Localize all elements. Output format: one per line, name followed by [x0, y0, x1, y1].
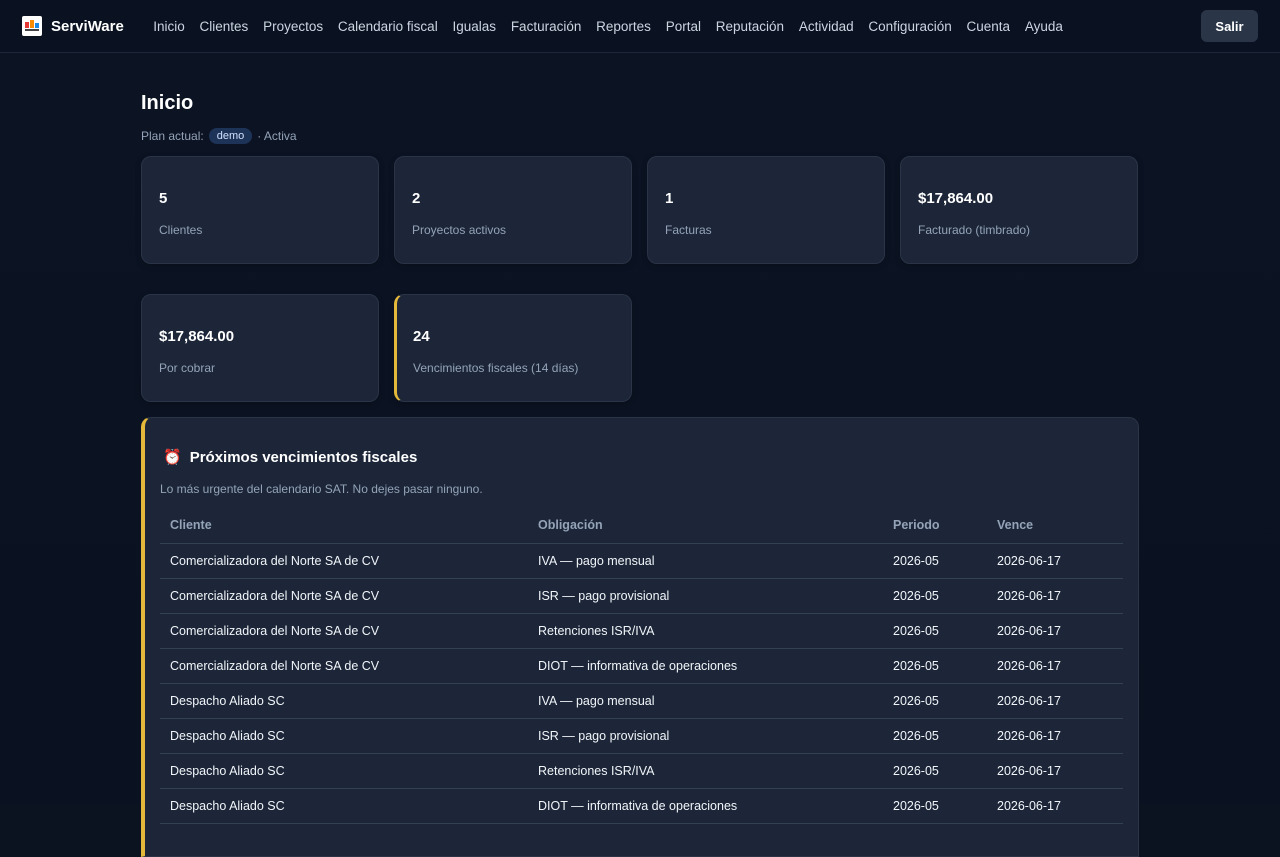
- table-row: Comercializadora del Norte SA de CV Rete…: [160, 613, 1123, 649]
- table-row: Despacho Aliado SC Retenciones ISR/IVA 2…: [160, 753, 1123, 789]
- cell-vence: 2026-06-17: [987, 543, 1123, 579]
- panel-title: Próximos vencimientos fiscales: [189, 448, 418, 466]
- nav-item-portal[interactable]: Portal: [658, 19, 708, 34]
- table-row: Despacho Aliado SC IVA — pago mensual 20…: [160, 683, 1123, 719]
- plan-label: Plan actual:: [141, 129, 204, 143]
- cell-vence: 2026-06-17: [987, 683, 1123, 719]
- nav-item-ayuda[interactable]: Ayuda: [1017, 19, 1070, 34]
- cell-obligacion: ISR — pago provisional: [528, 718, 883, 754]
- cell-periodo: 2026-05: [883, 788, 987, 824]
- stat-value: 5: [159, 190, 168, 207]
- nav-item-proyectos[interactable]: Proyectos: [256, 19, 331, 34]
- cell-cliente: Despacho Aliado SC: [160, 683, 528, 719]
- stat-card-facturas[interactable]: 1 Facturas: [647, 156, 885, 264]
- cell-periodo: 2026-05: [883, 683, 987, 719]
- table-row: Despacho Aliado SC DIOT — informativa de…: [160, 788, 1123, 824]
- table-header-row: Cliente Obligación Periodo Vence: [160, 508, 1123, 544]
- stat-value: 24: [413, 328, 430, 345]
- stat-card-clientes[interactable]: 5 Clientes: [141, 156, 379, 264]
- stats-row: 5 Clientes 2 Proyectos activos 1 Factura…: [141, 156, 1139, 264]
- cell-periodo: 2026-05: [883, 753, 987, 789]
- cell-vence: 2026-06-17: [987, 648, 1123, 684]
- cell-periodo: 2026-05: [883, 718, 987, 754]
- cell-cliente: Comercializadora del Norte SA de CV: [160, 613, 528, 649]
- stat-value: $17,864.00: [918, 190, 994, 207]
- alarm-clock-icon: ⏰: [163, 449, 182, 466]
- cell-obligacion: Retenciones ISR/IVA: [528, 753, 883, 789]
- stat-card-vencimientos[interactable]: 24 Vencimientos fiscales (14 días): [394, 294, 632, 402]
- stat-label: Facturado (timbrado): [918, 223, 1031, 237]
- column-header-cliente: Cliente: [160, 508, 528, 544]
- nav-item-inicio[interactable]: Inicio: [146, 19, 192, 34]
- stat-card-por-cobrar[interactable]: $17,864.00 Por cobrar: [141, 294, 379, 402]
- stat-value: 1: [665, 190, 674, 207]
- stat-label: Por cobrar: [159, 361, 216, 375]
- brand-name: ServiWare: [51, 17, 124, 35]
- panel-header: ⏰ Próximos vencimientos fiscales: [163, 448, 418, 467]
- cell-periodo: 2026-05: [883, 543, 987, 579]
- cell-vence: 2026-06-17: [987, 613, 1123, 649]
- nav-item-facturacion[interactable]: Facturación: [503, 19, 588, 34]
- nav-item-actividad[interactable]: Actividad: [791, 19, 861, 34]
- nav-item-clientes[interactable]: Clientes: [192, 19, 256, 34]
- cell-periodo: 2026-05: [883, 578, 987, 614]
- nav-item-cuenta[interactable]: Cuenta: [959, 19, 1017, 34]
- nav-item-igualas[interactable]: Igualas: [445, 19, 503, 34]
- column-header-vence: Vence: [987, 508, 1123, 544]
- logout-button[interactable]: Salir: [1201, 10, 1258, 42]
- brand[interactable]: ServiWare: [22, 16, 124, 36]
- stat-label: Proyectos activos: [412, 223, 507, 237]
- cell-cliente: Comercializadora del Norte SA de CV: [160, 648, 528, 684]
- stat-label: Facturas: [665, 223, 712, 237]
- table-row: Comercializadora del Norte SA de CV ISR …: [160, 578, 1123, 614]
- cell-obligacion: Retenciones ISR/IVA: [528, 613, 883, 649]
- logo-icon: [22, 16, 42, 36]
- stats-row-secondary: $17,864.00 Por cobrar 24 Vencimientos fi…: [141, 294, 1139, 402]
- column-header-obligacion: Obligación: [528, 508, 883, 544]
- cell-periodo: 2026-05: [883, 613, 987, 649]
- main-content: Inicio Plan actual: demo · Activa 5 Clie…: [141, 53, 1139, 857]
- dues-table: Cliente Obligación Periodo Vence Comerci…: [160, 508, 1123, 824]
- cell-vence: 2026-06-17: [987, 718, 1123, 754]
- table-row: Comercializadora del Norte SA de CV IVA …: [160, 543, 1123, 579]
- cell-cliente: Despacho Aliado SC: [160, 718, 528, 754]
- stat-value: $17,864.00: [159, 328, 235, 345]
- cell-obligacion: DIOT — informativa de operaciones: [528, 648, 883, 684]
- nav-item-calendario-fiscal[interactable]: Calendario fiscal: [331, 19, 446, 34]
- cell-cliente: Despacho Aliado SC: [160, 753, 528, 789]
- plan-info: Plan actual: demo · Activa: [141, 128, 1139, 144]
- table-row: Despacho Aliado SC ISR — pago provisiona…: [160, 718, 1123, 754]
- cell-periodo: 2026-05: [883, 648, 987, 684]
- main-nav: Inicio Clientes Proyectos Calendario fis…: [146, 19, 1070, 34]
- cell-vence: 2026-06-17: [987, 578, 1123, 614]
- table-row: Comercializadora del Norte SA de CV DIOT…: [160, 648, 1123, 684]
- cell-vence: 2026-06-17: [987, 788, 1123, 824]
- cell-cliente: Comercializadora del Norte SA de CV: [160, 578, 528, 614]
- plan-status: · Activa: [257, 129, 297, 143]
- nav-item-configuracion[interactable]: Configuración: [861, 19, 959, 34]
- upcoming-dues-panel: ⏰ Próximos vencimientos fiscales Lo más …: [141, 417, 1139, 857]
- stat-label: Vencimientos fiscales (14 días): [413, 361, 579, 375]
- cell-obligacion: IVA — pago mensual: [528, 683, 883, 719]
- top-navbar: ServiWare Inicio Clientes Proyectos Cale…: [0, 0, 1280, 53]
- cell-cliente: Despacho Aliado SC: [160, 788, 528, 824]
- stat-card-facturado[interactable]: $17,864.00 Facturado (timbrado): [900, 156, 1138, 264]
- cell-obligacion: IVA — pago mensual: [528, 543, 883, 579]
- stat-label: Clientes: [159, 223, 203, 237]
- column-header-periodo: Periodo: [883, 508, 987, 544]
- nav-item-reputacion[interactable]: Reputación: [708, 19, 791, 34]
- cell-obligacion: ISR — pago provisional: [528, 578, 883, 614]
- page-title: Inicio: [141, 92, 194, 114]
- nav-item-reportes[interactable]: Reportes: [589, 19, 659, 34]
- cell-cliente: Comercializadora del Norte SA de CV: [160, 543, 528, 579]
- stat-card-proyectos[interactable]: 2 Proyectos activos: [394, 156, 632, 264]
- cell-obligacion: DIOT — informativa de operaciones: [528, 788, 883, 824]
- stat-value: 2: [412, 190, 421, 207]
- cell-vence: 2026-06-17: [987, 753, 1123, 789]
- plan-badge: demo: [208, 128, 253, 144]
- panel-subtitle: Lo más urgente del calendario SAT. No de…: [160, 482, 483, 496]
